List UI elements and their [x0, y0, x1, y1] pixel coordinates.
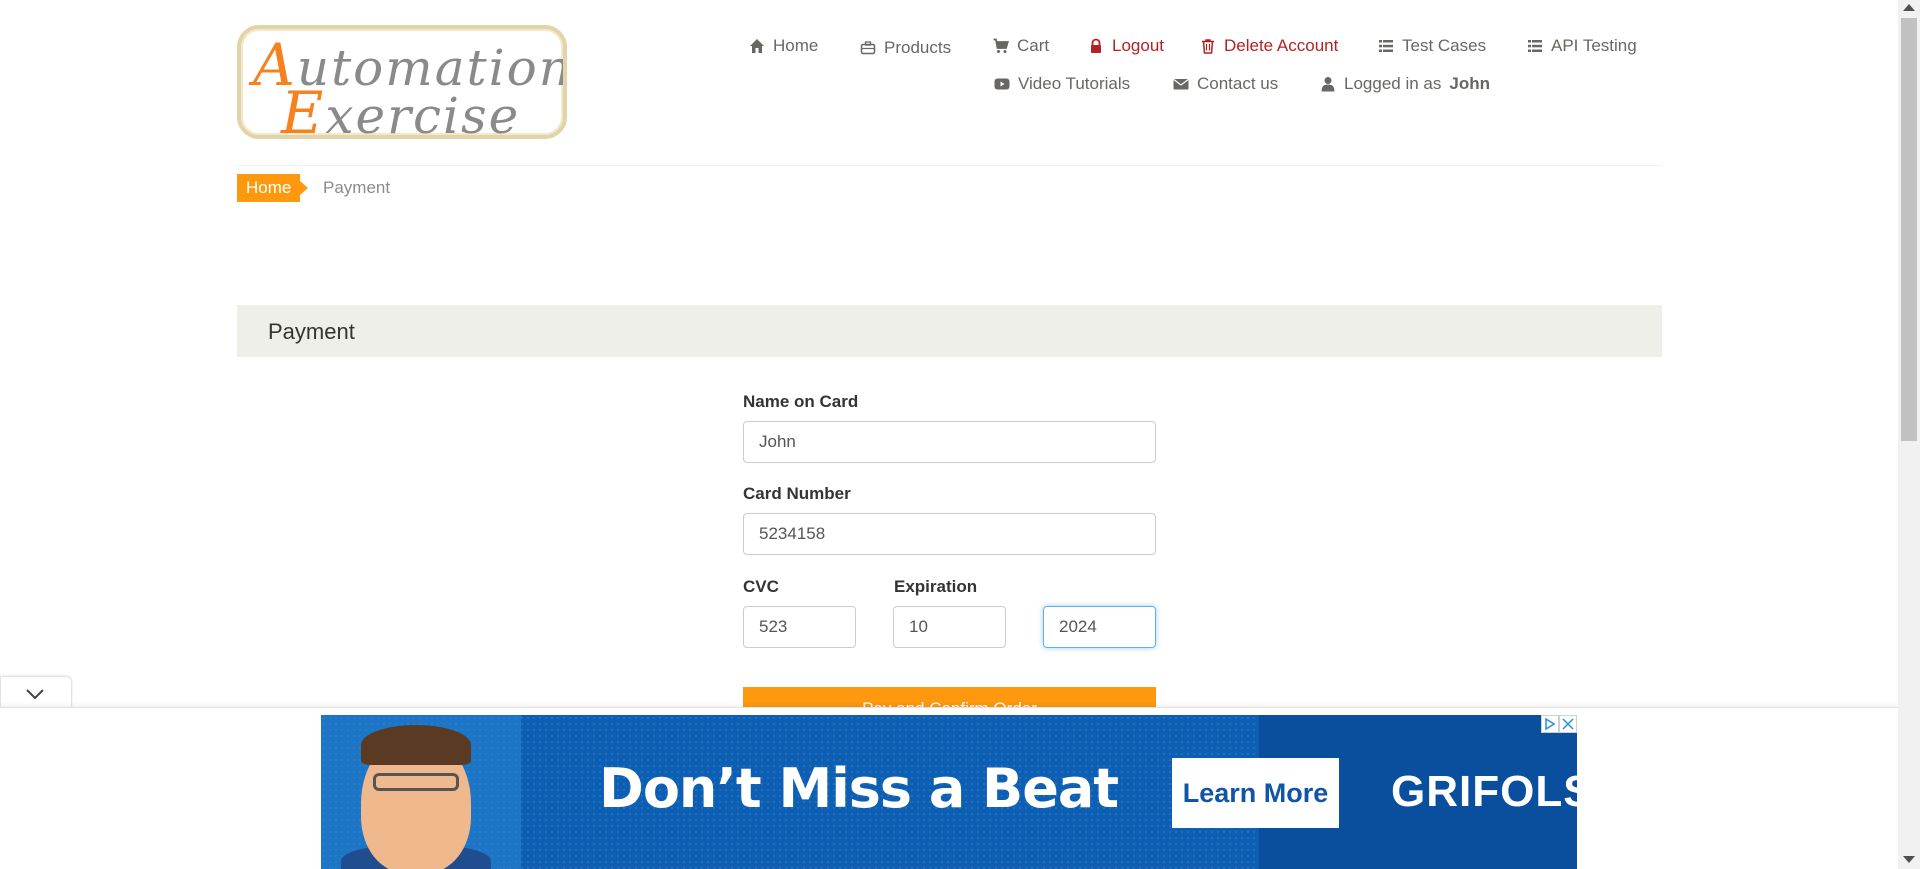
briefcase-icon: [860, 41, 876, 55]
youtube-play-icon: [994, 78, 1010, 90]
cvc-label: CVC: [743, 577, 779, 596]
nav-test-cases[interactable]: Test Cases: [1378, 36, 1486, 56]
nav-video-tutorials[interactable]: Video Tutorials: [994, 74, 1130, 94]
expiry-year-input[interactable]: [1043, 606, 1156, 648]
trash-icon: [1202, 39, 1214, 54]
ad-headline: Don’t Miss a Beat: [599, 757, 1119, 820]
name-on-card-label: Name on Card: [743, 392, 859, 411]
ad-banner[interactable]: Don’t Miss a Beat Learn More GRIFOLS: [321, 715, 1577, 869]
name-on-card-input[interactable]: [743, 421, 1156, 463]
header-divider: [237, 165, 1662, 166]
list-icon: [1528, 40, 1542, 52]
site-logo[interactable]: Automation Exercise: [237, 25, 567, 139]
lock-icon: [1091, 38, 1101, 53]
ad-collapse-tab[interactable]: [0, 676, 72, 708]
ad-person-hair: [361, 725, 471, 765]
user-icon: [1321, 77, 1335, 92]
card-number-input[interactable]: [743, 513, 1156, 555]
nav-logout[interactable]: Logout: [1088, 36, 1164, 56]
breadcrumb-home[interactable]: Home: [237, 174, 309, 202]
ad-choices[interactable]: [1541, 715, 1577, 733]
ad-close-icon[interactable]: [1559, 715, 1577, 733]
payment-heading: Payment: [268, 319, 355, 344]
card-number-label: Card Number: [743, 484, 851, 503]
adchoices-icon[interactable]: [1541, 715, 1559, 733]
expiry-month-input[interactable]: [893, 606, 1006, 648]
list-icon: [1379, 40, 1393, 52]
nav-contact-us[interactable]: Contact us: [1173, 74, 1278, 94]
nav-delete-account[interactable]: Delete Account: [1200, 36, 1338, 56]
expiration-label: Expiration: [894, 577, 978, 596]
ad-brand: GRIFOLS: [1391, 767, 1577, 816]
nav-products[interactable]: Products: [860, 38, 951, 58]
home-icon: [750, 39, 764, 53]
scroll-down-arrow-icon[interactable]: [1903, 856, 1915, 863]
nav-logged-in-as: Logged in as John: [1320, 74, 1490, 94]
ad-learn-more-button[interactable]: Learn More: [1172, 758, 1339, 828]
cvc-input[interactable]: [743, 606, 856, 648]
envelope-icon: [1173, 79, 1189, 90]
nav-home[interactable]: Home: [749, 36, 818, 56]
scrollbar-thumb[interactable]: [1901, 18, 1917, 441]
ad-person-glasses: [373, 773, 459, 791]
nav-api-testing[interactable]: API Testing: [1527, 36, 1637, 56]
cart-icon: [993, 38, 1009, 53]
logged-in-username: John: [1449, 74, 1490, 93]
breadcrumb-current: Payment: [323, 178, 391, 197]
logo-line-2: Exercise: [281, 79, 521, 139]
payment-heading-bar: Payment: [237, 305, 1662, 357]
nav-cart[interactable]: Cart: [993, 36, 1049, 56]
scroll-up-arrow-icon[interactable]: [1903, 4, 1915, 11]
page-scrollbar[interactable]: [1898, 0, 1920, 869]
chevron-down-icon: [26, 689, 44, 700]
